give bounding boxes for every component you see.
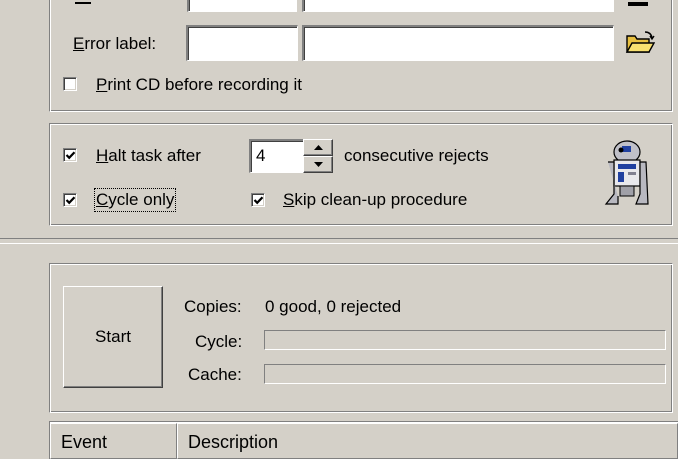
skip-cleanup-checkbox[interactable] bbox=[251, 193, 265, 207]
print-cd-checkbox[interactable] bbox=[63, 77, 77, 91]
spin-up-icon bbox=[313, 145, 323, 150]
halt-task-checkbox[interactable] bbox=[63, 148, 77, 162]
open-folder-icon[interactable] bbox=[625, 30, 656, 56]
checkmark-icon bbox=[253, 196, 264, 205]
consecutive-rejects-label: consecutive rejects bbox=[344, 146, 489, 165]
cycle-progress-bar bbox=[264, 330, 666, 350]
column-header-event[interactable]: Event bbox=[50, 423, 177, 459]
cache-progress-bar bbox=[264, 364, 666, 384]
reject-count-spinner[interactable] bbox=[303, 139, 333, 173]
skip-cleanup-label-rest: kip clean-up procedure bbox=[294, 190, 468, 209]
panel-splitter[interactable] bbox=[0, 238, 678, 244]
print-cd-label[interactable]: Print CD before recording it bbox=[96, 75, 302, 95]
halt-task-label[interactable]: Halt task after bbox=[96, 146, 201, 166]
cycle-only-checkbox[interactable] bbox=[63, 193, 77, 207]
cycle-only-mnemonic: C bbox=[96, 190, 109, 209]
halt-task-label-rest: alt task after bbox=[108, 146, 201, 165]
spin-up-button[interactable] bbox=[303, 139, 333, 156]
reject-options-group bbox=[49, 123, 673, 226]
checkmark-icon bbox=[65, 151, 76, 160]
robot-icon bbox=[604, 138, 650, 208]
error-label-mnemonic: E bbox=[73, 34, 85, 53]
cycle-label: Cycle: bbox=[195, 332, 243, 351]
error-label-text: Error label: bbox=[73, 34, 156, 54]
checkmark-icon bbox=[65, 196, 76, 205]
skip-cleanup-label[interactable]: Skip clean-up procedure bbox=[283, 190, 467, 210]
error-label-code-input[interactable] bbox=[186, 25, 298, 61]
copies-label: Copies: bbox=[184, 297, 242, 316]
error-label-rest: rror label: bbox=[84, 34, 157, 53]
spin-down-button[interactable] bbox=[303, 156, 333, 173]
spin-down-icon bbox=[313, 162, 323, 167]
cache-label: Cache: bbox=[188, 365, 242, 384]
cycle-only-label-rest: ycle only bbox=[108, 190, 175, 209]
halt-task-mnemonic: H bbox=[96, 146, 109, 165]
skip-cleanup-mnemonic: S bbox=[283, 190, 295, 209]
reject-count-input[interactable]: 4 bbox=[249, 139, 305, 173]
column-header-description[interactable]: Description bbox=[177, 423, 678, 459]
error-label-path-input[interactable] bbox=[302, 25, 614, 61]
copies-value: 0 good, 0 rejected bbox=[265, 297, 402, 316]
print-cd-mnemonic: P bbox=[96, 75, 108, 94]
start-button[interactable]: Start bbox=[63, 286, 163, 388]
cycle-only-label[interactable]: Cycle only bbox=[93, 188, 177, 212]
reject-count-value: 4 bbox=[256, 146, 266, 165]
print-cd-label-rest: rint CD before recording it bbox=[107, 75, 302, 94]
